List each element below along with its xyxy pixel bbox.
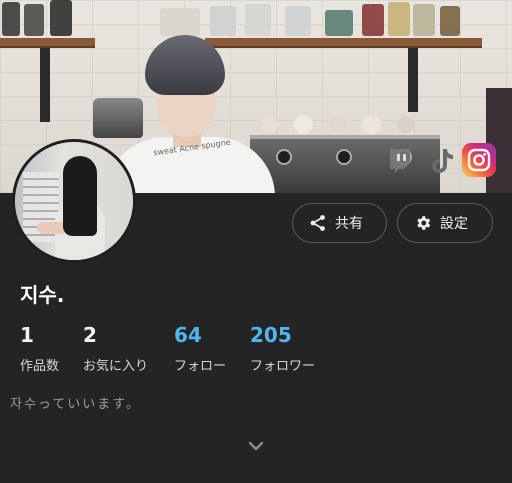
stat-works-label: 作品数 — [20, 359, 60, 374]
stat-favorites-label: お気に入り — [83, 359, 149, 374]
stat-works-count[interactable]: 1 — [20, 323, 34, 347]
share-button[interactable]: 共有 — [292, 203, 387, 243]
box — [362, 4, 384, 36]
settings-label: 設定 — [440, 216, 468, 232]
jar — [325, 10, 353, 36]
twitch-icon[interactable] — [383, 143, 417, 177]
bottle — [50, 0, 72, 36]
profile-name: 지수. — [20, 283, 65, 307]
machine-dial — [336, 149, 352, 165]
gear-icon — [414, 214, 432, 232]
shelf-bracket — [40, 48, 50, 122]
tiktok-icon[interactable] — [425, 143, 459, 177]
stat-favorites-count[interactable]: 2 — [83, 323, 97, 347]
stat-followers-label: フォロワー — [250, 359, 316, 374]
machine-dial — [276, 149, 292, 165]
avatar[interactable] — [12, 139, 136, 263]
bottle — [24, 4, 44, 36]
person-hair — [145, 35, 225, 95]
shelf-left — [0, 38, 95, 48]
bottle — [2, 2, 20, 36]
instagram-icon[interactable] — [462, 143, 496, 177]
cups — [250, 108, 440, 136]
stat-following-label: フォロー — [174, 359, 227, 374]
stat-followers-count[interactable]: 205 — [250, 323, 292, 347]
share-label: 共有 — [335, 216, 363, 232]
shelf-bracket — [408, 48, 418, 112]
glasses — [160, 8, 200, 36]
banner-edge — [486, 88, 512, 193]
settings-button[interactable]: 設定 — [397, 203, 493, 243]
box — [413, 4, 435, 36]
jar — [285, 6, 311, 36]
profile-bio: 자수っていいます。 — [10, 397, 141, 412]
stat-following-count[interactable]: 64 — [174, 323, 202, 347]
avatar-hair — [63, 156, 97, 236]
box — [388, 2, 410, 36]
share-icon — [309, 214, 327, 232]
jar — [210, 6, 236, 36]
chevron-down-icon[interactable] — [247, 438, 265, 454]
jar — [245, 4, 271, 36]
box — [440, 6, 460, 36]
